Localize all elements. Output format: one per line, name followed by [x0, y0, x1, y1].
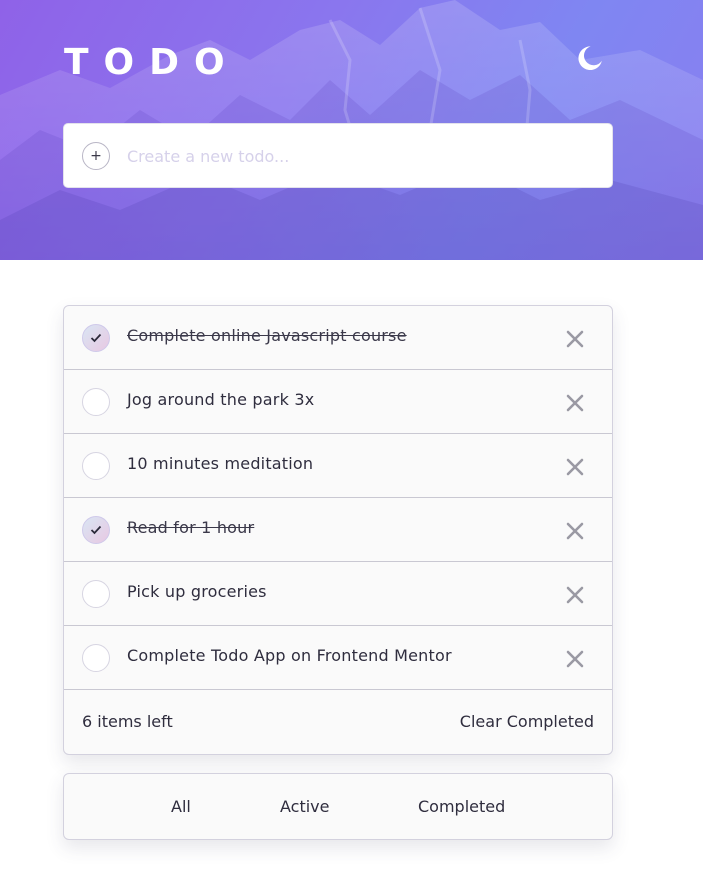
todo-checkbox-checked[interactable] — [82, 516, 110, 544]
close-icon — [566, 650, 584, 668]
delete-todo-button[interactable] — [564, 392, 586, 414]
items-left-count: 6 items left — [82, 712, 173, 731]
delete-todo-button[interactable] — [564, 520, 586, 542]
todo-item: Complete Todo App on Frontend Mentor — [64, 626, 612, 690]
todo-text: Complete online Javascript course — [127, 326, 407, 345]
todo-item: 10 minutes meditation — [64, 434, 612, 498]
todo-text: Jog around the park 3x — [127, 390, 315, 409]
todo-checkbox[interactable] — [82, 580, 110, 608]
close-icon — [566, 458, 584, 476]
close-icon — [566, 586, 584, 604]
new-todo-input[interactable] — [127, 140, 587, 172]
close-icon — [566, 394, 584, 412]
todo-checkbox-checked[interactable] — [82, 324, 110, 352]
todo-item: Read for 1 hour — [64, 498, 612, 562]
todo-item: Pick up groceries — [64, 562, 612, 626]
close-icon — [566, 330, 584, 348]
theme-toggle-button[interactable] — [574, 42, 606, 74]
todo-item: Complete online Javascript course — [64, 306, 612, 370]
add-todo-icon[interactable]: + — [82, 142, 110, 170]
filter-bar: All Active Completed — [63, 773, 613, 840]
delete-todo-button[interactable] — [564, 328, 586, 350]
todo-list: Complete online Javascript course Jog ar… — [63, 305, 613, 755]
delete-todo-button[interactable] — [564, 456, 586, 478]
todo-item: Jog around the park 3x — [64, 370, 612, 434]
todo-checkbox[interactable] — [82, 388, 110, 416]
todo-checkbox[interactable] — [82, 644, 110, 672]
filter-active[interactable]: Active — [280, 797, 330, 816]
app-title: TODO — [64, 42, 240, 83]
delete-todo-button[interactable] — [564, 648, 586, 670]
list-footer: 6 items left Clear Completed — [64, 690, 612, 754]
todo-text: Pick up groceries — [127, 582, 267, 601]
new-todo-box: + — [63, 123, 613, 188]
checkmark-icon — [90, 525, 102, 535]
clear-completed-button[interactable]: Clear Completed — [460, 712, 594, 731]
delete-todo-button[interactable] — [564, 584, 586, 606]
todo-text: 10 minutes meditation — [127, 454, 314, 473]
close-icon — [566, 522, 584, 540]
todo-text: Read for 1 hour — [127, 518, 255, 537]
filter-all[interactable]: All — [171, 797, 191, 816]
plus-icon: + — [90, 148, 102, 164]
header-banner: TODO + — [0, 0, 703, 260]
todo-text: Complete Todo App on Frontend Mentor — [127, 646, 452, 665]
filter-completed[interactable]: Completed — [418, 797, 505, 816]
todo-checkbox[interactable] — [82, 452, 110, 480]
moon-icon — [578, 46, 602, 71]
checkmark-icon — [90, 333, 102, 343]
